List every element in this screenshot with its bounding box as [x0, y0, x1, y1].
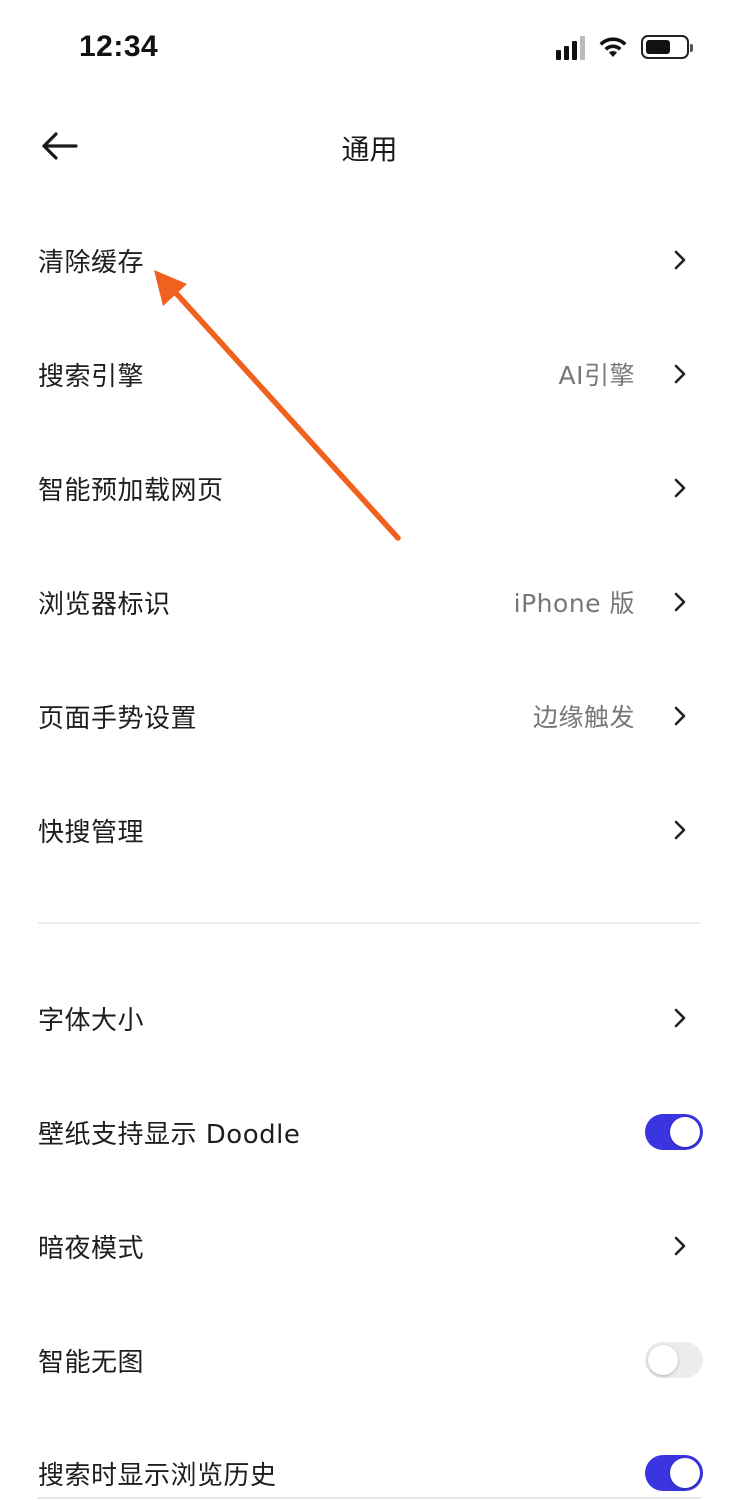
status-bar: 12:34 — [0, 0, 739, 100]
battery-icon — [641, 35, 693, 59]
chevron-right-icon — [673, 363, 687, 385]
setting-label: 暗夜模式 — [38, 1233, 145, 1264]
toggle-knob — [670, 1117, 700, 1147]
status-time: 12:34 — [79, 30, 159, 63]
setting-value: AI引擎 — [558, 361, 635, 390]
setting-label: 浏览器标识 — [38, 589, 171, 620]
page-title: 通用 — [341, 133, 398, 166]
setting-label: 搜索时显示浏览历史 — [38, 1460, 277, 1491]
setting-search-engine[interactable]: 搜索引擎 AI引擎 — [0, 317, 739, 431]
setting-show-history: 搜索时显示浏览历史 — [0, 1416, 739, 1500]
show-history-toggle[interactable] — [645, 1455, 703, 1491]
setting-label: 壁纸支持显示 Doodle — [38, 1119, 301, 1150]
setting-label: 字体大小 — [38, 1005, 145, 1036]
no-image-toggle[interactable] — [645, 1342, 703, 1378]
setting-no-image: 智能无图 — [0, 1303, 739, 1417]
chevron-right-icon — [673, 1007, 687, 1029]
setting-clear-cache[interactable]: 清除缓存 — [0, 203, 739, 317]
section-divider — [38, 922, 701, 924]
chevron-right-icon — [673, 477, 687, 499]
header: 通用 — [0, 110, 739, 182]
setting-label: 智能预加载网页 — [38, 475, 224, 506]
chevron-right-icon — [673, 705, 687, 727]
bottom-divider — [38, 1497, 701, 1499]
setting-label: 快搜管理 — [38, 817, 145, 848]
setting-label: 清除缓存 — [38, 247, 145, 278]
setting-value: iPhone 版 — [513, 589, 635, 618]
setting-label: 页面手势设置 — [38, 703, 198, 734]
chevron-right-icon — [673, 249, 687, 271]
setting-label: 智能无图 — [38, 1347, 145, 1378]
chevron-right-icon — [673, 591, 687, 613]
signal-icon — [556, 34, 585, 60]
chevron-right-icon — [673, 819, 687, 841]
wifi-icon — [599, 37, 627, 57]
toggle-knob — [648, 1345, 678, 1375]
setting-gesture[interactable]: 页面手势设置 边缘触发 — [0, 659, 739, 773]
doodle-toggle[interactable] — [645, 1114, 703, 1150]
setting-smart-preload[interactable]: 智能预加载网页 — [0, 431, 739, 545]
toggle-knob — [670, 1458, 700, 1488]
setting-quick-search[interactable]: 快搜管理 — [0, 773, 739, 887]
setting-browser-ua[interactable]: 浏览器标识 iPhone 版 — [0, 545, 739, 659]
setting-font-size[interactable]: 字体大小 — [0, 961, 739, 1075]
setting-dark-mode[interactable]: 暗夜模式 — [0, 1189, 739, 1303]
setting-value: 边缘触发 — [532, 703, 635, 732]
status-icons — [556, 34, 693, 60]
chevron-right-icon — [673, 1235, 687, 1257]
setting-doodle: 壁纸支持显示 Doodle — [0, 1075, 739, 1189]
setting-label: 搜索引擎 — [38, 361, 145, 392]
